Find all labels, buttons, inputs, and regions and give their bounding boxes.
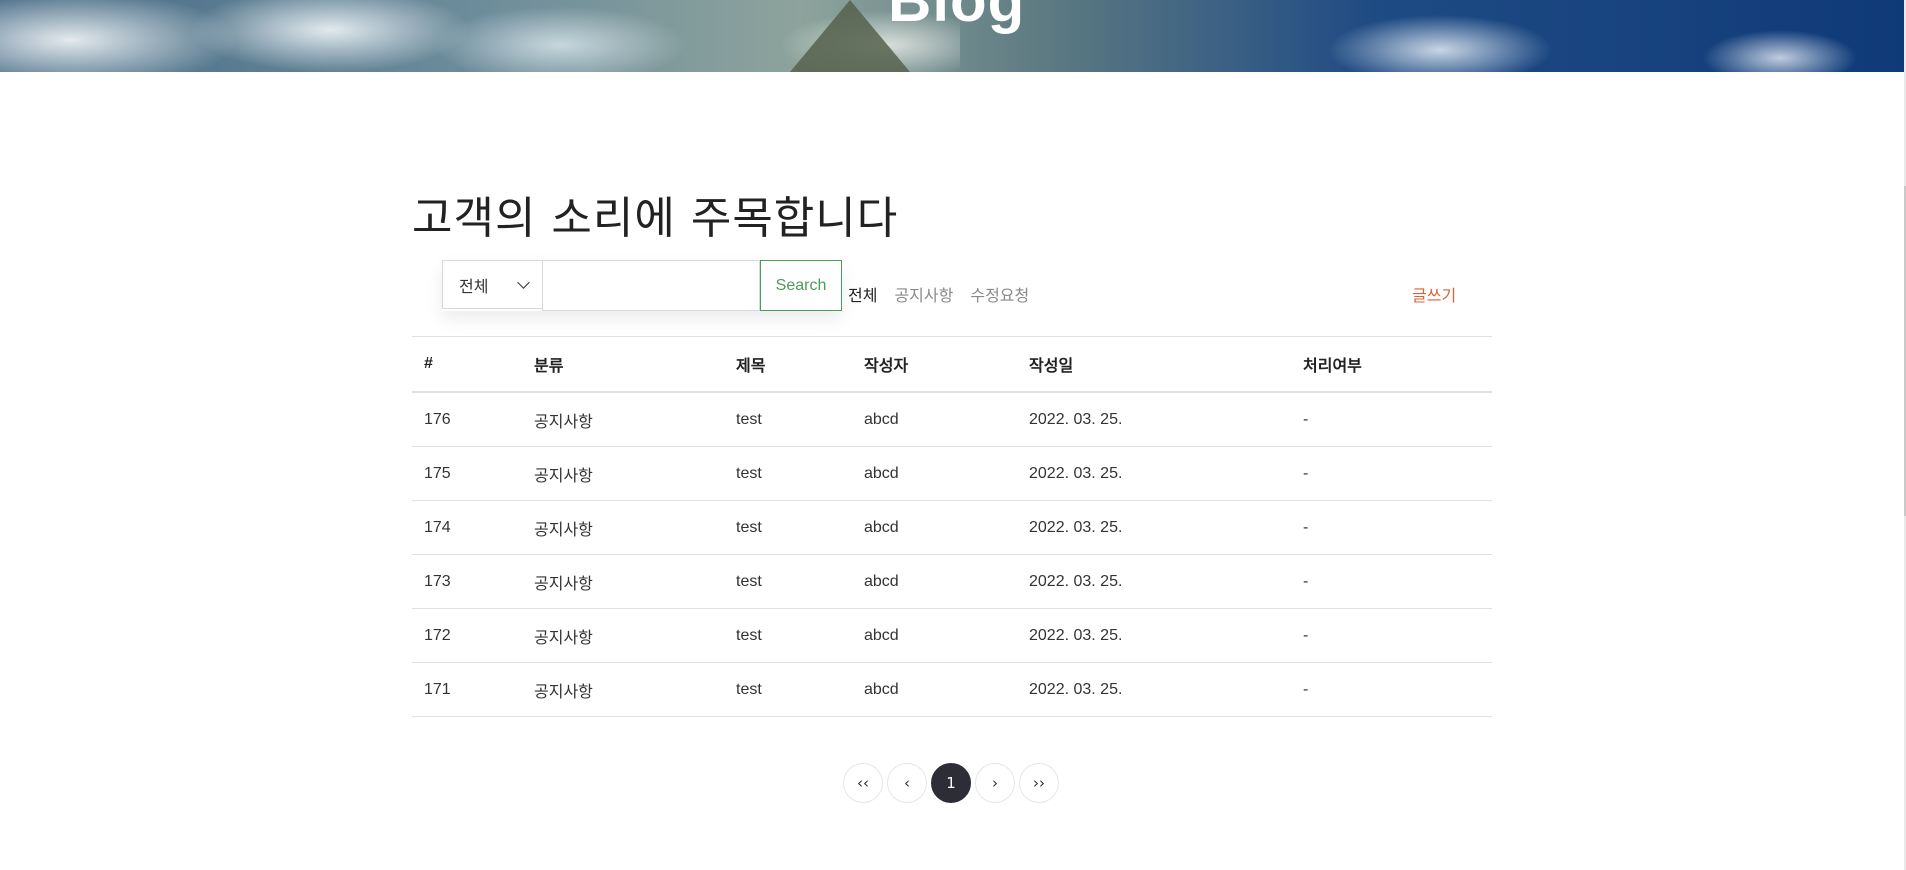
cell-author: abcd (852, 392, 1017, 447)
cell-date: 2022. 03. 25. (1017, 446, 1291, 501)
cell-title[interactable]: test (724, 608, 852, 663)
cell-author: abcd (852, 608, 1017, 663)
cell-date: 2022. 03. 25. (1017, 554, 1291, 609)
cell-author: abcd (852, 446, 1017, 501)
category-select[interactable]: 전체 (442, 260, 542, 309)
cell-number: 173 (412, 554, 522, 609)
cell-status: - (1291, 446, 1492, 501)
table-row[interactable]: 171 공지사항 test abcd 2022. 03. 25. - (412, 662, 1492, 717)
cell-date: 2022. 03. 25. (1017, 608, 1291, 663)
last-page-button[interactable]: ›› (1019, 763, 1059, 803)
prev-page-button[interactable]: ‹ (887, 763, 927, 803)
cell-category: 공지사항 (522, 500, 724, 555)
cell-date: 2022. 03. 25. (1017, 392, 1291, 447)
cell-category: 공지사항 (522, 608, 724, 663)
first-page-button[interactable]: ‹‹ (843, 763, 883, 803)
search-input[interactable] (542, 260, 760, 311)
category-filter-tabs: 전체 공지사항 수정요청 (848, 282, 1029, 306)
board-table: # 분류 제목 작성자 작성일 처리여부 176 공지사항 test abcd … (412, 336, 1492, 717)
cell-date: 2022. 03. 25. (1017, 662, 1291, 717)
cell-number: 174 (412, 500, 522, 555)
pagination: ‹‹ ‹ 1 › ›› (843, 763, 1059, 803)
cell-title[interactable]: test (724, 392, 852, 447)
table-row[interactable]: 172 공지사항 test abcd 2022. 03. 25. - (412, 608, 1492, 663)
cell-category: 공지사항 (522, 446, 724, 501)
cell-category: 공지사항 (522, 554, 724, 609)
cell-status: - (1291, 392, 1492, 447)
filter-edit-request[interactable]: 수정요청 (970, 282, 1029, 306)
table-row[interactable]: 174 공지사항 test abcd 2022. 03. 25. - (412, 500, 1492, 555)
cell-number: 175 (412, 446, 522, 501)
cell-status: - (1291, 608, 1492, 663)
cell-title[interactable]: test (724, 554, 852, 609)
category-select-value: 전체 (459, 276, 489, 296)
table-row[interactable]: 176 공지사항 test abcd 2022. 03. 25. - (412, 392, 1492, 447)
cell-status: - (1291, 554, 1492, 609)
cell-number: 172 (412, 608, 522, 663)
write-post-link[interactable]: 글쓰기 (1412, 282, 1456, 306)
hero-title: Blog (888, 0, 1026, 34)
cell-author: abcd (852, 500, 1017, 555)
header-category: 분류 (522, 336, 724, 393)
search-bar: 전체 Search (442, 260, 842, 311)
table-row[interactable]: 173 공지사항 test abcd 2022. 03. 25. - (412, 554, 1492, 609)
table-row[interactable]: 175 공지사항 test abcd 2022. 03. 25. - (412, 446, 1492, 501)
cell-category: 공지사항 (522, 392, 724, 447)
cell-number: 171 (412, 662, 522, 717)
header-number: # (412, 336, 522, 393)
header-status: 처리여부 (1291, 336, 1492, 393)
filter-notice[interactable]: 공지사항 (894, 282, 953, 306)
filter-all[interactable]: 전체 (848, 282, 877, 306)
cell-author: abcd (852, 662, 1017, 717)
next-page-button[interactable]: › (975, 763, 1015, 803)
cell-author: abcd (852, 554, 1017, 609)
cell-status: - (1291, 662, 1492, 717)
header-author: 작성자 (852, 336, 1017, 393)
cell-title[interactable]: test (724, 446, 852, 501)
cell-title[interactable]: test (724, 662, 852, 717)
header-title: 제목 (724, 336, 852, 393)
table-header-row: # 분류 제목 작성자 작성일 처리여부 (412, 336, 1492, 393)
cell-date: 2022. 03. 25. (1017, 500, 1291, 555)
hero-banner: Blog (0, 0, 1906, 72)
cell-title[interactable]: test (724, 500, 852, 555)
cell-number: 176 (412, 392, 522, 447)
chevron-down-icon (517, 276, 530, 289)
current-page-button[interactable]: 1 (931, 763, 971, 803)
search-button[interactable]: Search (760, 260, 842, 311)
page-title: 고객의 소리에 주목합니다 (412, 193, 899, 244)
cell-category: 공지사항 (522, 662, 724, 717)
header-date: 작성일 (1017, 336, 1291, 393)
cell-status: - (1291, 500, 1492, 555)
